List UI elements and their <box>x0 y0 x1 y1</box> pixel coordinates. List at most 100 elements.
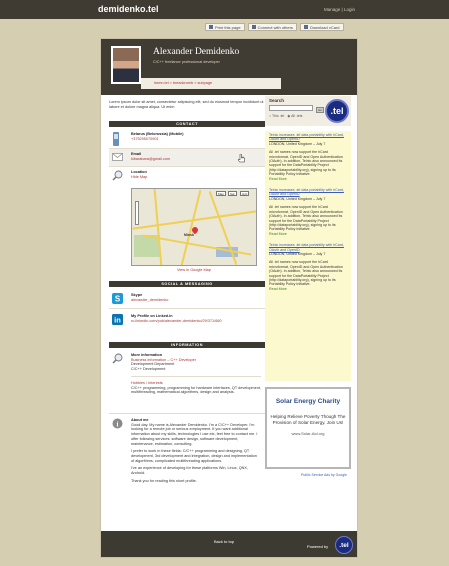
radio-this-tel-label: This .tel <box>272 114 285 118</box>
hobbies-text: C/C++ programming, programming for hardw… <box>131 385 261 395</box>
hobbies-label: Hobbies / Interests <box>131 380 163 385</box>
breadcrumb-item[interactable]: hemn.tel <box>154 81 169 85</box>
linkedin-row: in My Profile on Linked.in ru.linkedin.c… <box>109 310 265 330</box>
breadcrumb-item[interactable]: breadcrumb <box>173 81 193 85</box>
map-type-hyb[interactable]: Hyb <box>240 191 250 196</box>
search-go-label: Go <box>318 108 322 112</box>
print-button[interactable]: Print this page <box>205 23 245 31</box>
avatar <box>111 46 141 84</box>
phone-label: Belarus (Belorussia) (Mobile) <box>131 132 184 136</box>
search-box: Search Go ○ This .tel ◉ All .tels .tel <box>265 96 351 126</box>
read-more-link[interactable]: Read More <box>269 177 347 181</box>
map-city-label: Minsk <box>184 233 194 237</box>
print-label: Print this page <box>215 24 241 30</box>
linkedin-label: My Profile on Linked.in <box>131 314 173 318</box>
powered-by-label: Powered by <box>307 544 329 549</box>
map-type-map[interactable]: Map <box>216 191 226 196</box>
top-bar: demidenko.tel Manage | Login <box>0 0 449 19</box>
radio-all-tels[interactable]: ◉ All .tels <box>287 114 302 118</box>
ad-title: Solar Energy Charity <box>275 398 341 405</box>
location-map[interactable]: Map Sat Hyb Minsk <box>131 188 257 266</box>
profile-card: Alexander Demidenko C/C++ freelance prof… <box>100 38 358 558</box>
about-label: About me <box>131 418 149 422</box>
hide-map-link[interactable]: Hide Map <box>131 175 147 179</box>
magnifier-icon <box>112 170 123 181</box>
svg-text:S: S <box>115 294 121 303</box>
breadcrumb-sep: > <box>194 81 197 85</box>
social-header: SOCIAL & MESSAGING <box>109 281 265 287</box>
ad-body: Helping Relieve Poverty Though The Provi… <box>270 414 346 425</box>
intro-text: Lorem ipsum dolor sit amet, consectetur … <box>109 100 264 110</box>
footer-tel-logo[interactable]: .tel <box>335 536 353 554</box>
email-row[interactable]: Email kibarabara@gmail.com <box>109 149 265 167</box>
location-label: Location <box>131 170 147 174</box>
news-body: All .tel names now support the hCard mic… <box>269 205 343 232</box>
printer-icon <box>209 25 213 29</box>
vcard-icon <box>303 25 308 29</box>
search-input[interactable] <box>269 105 313 111</box>
news-panel: Telnic increases .tel data portability w… <box>265 131 351 381</box>
view-google-map-link[interactable]: View in Google Map <box>177 268 211 272</box>
more-info-line: Business information – C++ Developer <box>131 357 197 362</box>
phone-row: Belarus (Belorussia) (Mobile) +375295070… <box>109 129 265 149</box>
tel-logo: .tel <box>325 99 349 123</box>
map-type-sat[interactable]: Sat <box>228 191 237 196</box>
separator: | <box>341 7 343 12</box>
about-paragraph: Good day. My name is Alexander Demidenko… <box>131 422 258 446</box>
news-item: Telnic increases .tel data portability w… <box>269 188 347 236</box>
email-link[interactable]: kibarabara@gmail.com <box>131 157 170 161</box>
news-body: All .tel names now support the hCard mic… <box>269 150 343 177</box>
skype-link[interactable]: alexander_demidenko <box>131 298 168 302</box>
news-item: Telnic increases .tel data portability w… <box>269 133 347 181</box>
page-footer: Back to top Powered by .tel <box>101 531 357 557</box>
info-icon: i <box>112 418 123 429</box>
news-title-link[interactable]: Telnic increases .tel data portability w… <box>269 133 347 142</box>
radio-all-tels-label: All .tels <box>291 114 303 118</box>
toolbar: Print this page Connect with others Down… <box>205 23 344 31</box>
about-paragraph: I prefer to work in these fields: C/C++ … <box>131 449 257 463</box>
linkedin-icon: in <box>112 314 123 325</box>
account-links: Manage | Login <box>324 7 355 12</box>
news-meta: LONDON, United Kingdom – July 7 <box>269 141 326 146</box>
news-meta: LONDON, United Kingdom – July 7 <box>269 251 326 256</box>
envelope-icon <box>112 153 123 161</box>
back-to-top-link[interactable]: Back to top <box>214 539 234 544</box>
read-more-link[interactable]: Read More <box>269 232 347 236</box>
news-title-link[interactable]: Telnic increases .tel data portability w… <box>269 243 347 252</box>
hand-cursor-icon <box>238 154 245 163</box>
news-meta: LONDON, United Kingdom – July 7 <box>269 196 326 201</box>
more-info-line: Development Department <box>131 362 175 367</box>
about-paragraph: Thank you for reading this short profile… <box>131 478 197 483</box>
vcard-button[interactable]: Download vCard <box>299 23 344 31</box>
radio-this-tel[interactable]: ○ This .tel <box>269 114 284 118</box>
map-zoom-control[interactable] <box>135 201 139 225</box>
svg-text:in: in <box>114 316 121 325</box>
linkedin-link[interactable]: ru.linkedin.com/pub/alexander-demidenko/… <box>131 319 222 323</box>
ad-url: www.Solar-Aid.org <box>291 431 325 436</box>
profile-subtitle: C/C++ freelance professional developer <box>153 60 220 64</box>
profile-name: Alexander Demidenko <box>153 47 240 57</box>
magnifier-icon <box>112 353 123 364</box>
vcard-label: Download vCard <box>309 24 340 30</box>
login-link[interactable]: Login <box>344 7 355 12</box>
manage-link[interactable]: Manage <box>324 7 340 12</box>
connect-button[interactable]: Connect with others <box>247 23 297 31</box>
breadcrumb-item[interactable]: subpage <box>198 81 213 85</box>
connect-label: Connect with others <box>257 24 293 30</box>
skype-icon: S <box>112 293 123 304</box>
breadcrumb: hemn.tel > breadcrumb > subpage <box>141 78 281 89</box>
news-body: All .tel names now support the hCard mic… <box>269 260 343 287</box>
more-info-line: C/C++ Development <box>131 367 166 372</box>
ad-banner[interactable]: Solar Energy Charity Helping Relieve Pov… <box>265 387 351 469</box>
phone-number[interactable]: +375295070901 <box>131 137 159 141</box>
read-more-link[interactable]: Read More <box>269 287 347 291</box>
news-item: Telnic increases .tel data portability w… <box>269 243 347 291</box>
about-row: i About me Good day. My name is Alexande… <box>109 413 265 525</box>
information-header: INFORMATION <box>109 342 265 348</box>
search-go-button[interactable]: Go <box>316 107 324 113</box>
news-title-link[interactable]: Telnic increases .tel data portability w… <box>269 188 347 197</box>
ad-footer-link[interactable]: Public Service Ads by Google <box>301 473 347 477</box>
site-brand[interactable]: demidenko.tel <box>98 4 159 14</box>
email-label: Email <box>131 152 142 156</box>
breadcrumb-sep: > <box>169 81 172 85</box>
